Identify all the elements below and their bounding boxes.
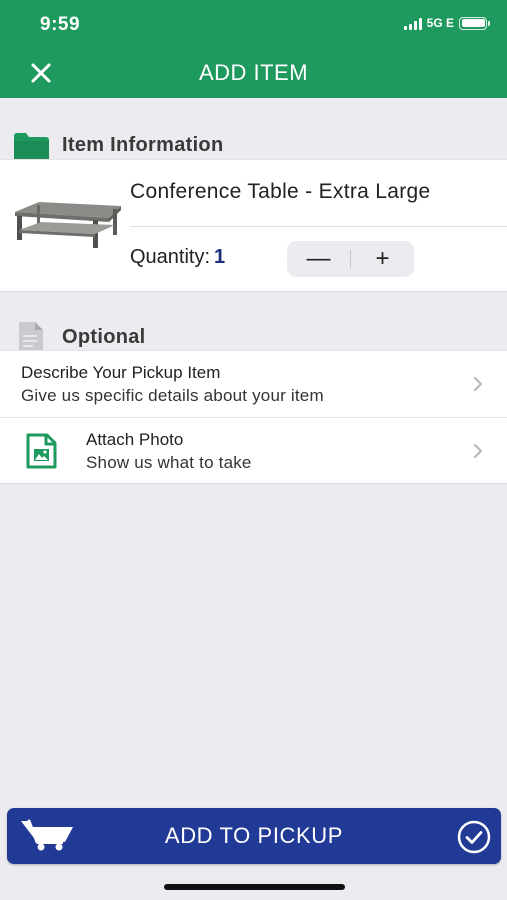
quantity-label-text: Quantity:: [130, 246, 211, 268]
conference-table-image: [15, 202, 121, 248]
attach-photo-row[interactable]: Attach Photo Show us what to take: [0, 417, 507, 483]
describe-item-row[interactable]: Describe Your Pickup Item Give us specif…: [0, 351, 507, 417]
optional-list: Describe Your Pickup Item Give us specif…: [0, 350, 507, 484]
item-name: Conference Table - Extra Large: [130, 180, 431, 203]
folder-icon: [14, 133, 49, 159]
photo-document-icon: [26, 433, 57, 469]
signal-icon: [403, 17, 422, 30]
quantity-stepper[interactable]: — +: [287, 241, 414, 277]
chevron-right-icon: [474, 444, 482, 458]
document-icon: [19, 322, 43, 352]
page-title: ADD ITEM: [198, 60, 309, 85]
status-indicators: 5G E: [403, 16, 490, 30]
option-subtitle: Show us what to take: [86, 453, 252, 472]
chevron-right-icon: [474, 377, 482, 391]
app-header: 9:59 5G E ADD ITEM: [0, 0, 507, 98]
option-title: Attach Photo: [86, 430, 184, 449]
footer-button-label: ADD TO PICKUP: [164, 823, 344, 848]
option-subtitle: Give us specific details about your item: [21, 386, 324, 405]
home-indicator: [164, 884, 345, 890]
decrement-button[interactable]: —: [287, 241, 350, 277]
divider: [130, 226, 507, 227]
item-card: Conference Table - Extra Large Quantity:…: [0, 159, 507, 292]
option-title: Describe Your Pickup Item: [21, 363, 221, 382]
section-title: Optional: [62, 326, 146, 348]
check-circle-icon: [457, 820, 491, 854]
section-title: Item Information: [62, 134, 224, 156]
add-to-pickup-button[interactable]: ADD TO PICKUP: [7, 808, 501, 864]
quantity-value: 1: [214, 246, 226, 268]
network-type: 5G E: [426, 16, 454, 30]
quantity-label: Quantity: 1: [130, 246, 225, 269]
status-time: 9:59: [40, 14, 81, 35]
increment-button[interactable]: +: [351, 241, 414, 277]
battery-icon: [459, 16, 490, 30]
